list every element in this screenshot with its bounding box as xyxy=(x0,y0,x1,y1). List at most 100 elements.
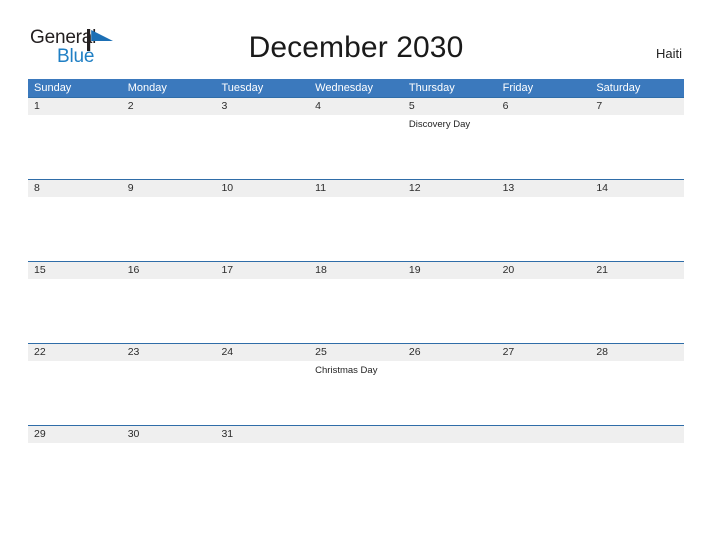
day-cell[interactable]: 11 xyxy=(309,180,403,261)
day-cell[interactable]: 17 xyxy=(215,262,309,343)
day-number: 17 xyxy=(221,264,234,276)
day-number: 23 xyxy=(127,346,140,358)
day-cell[interactable]: 2 xyxy=(122,98,216,179)
day-cell[interactable]: 18 xyxy=(309,262,403,343)
day-number: 2 xyxy=(127,100,134,112)
day-cell[interactable]: 19 xyxy=(403,262,497,343)
weekday-friday: Friday xyxy=(502,82,534,94)
day-number: 21 xyxy=(596,264,608,276)
day-cell[interactable]: 25 Christmas Day xyxy=(309,344,403,425)
weekday-tuesday: Tuesday xyxy=(221,82,264,94)
day-event xyxy=(128,197,216,200)
day-event xyxy=(221,197,309,200)
day-number xyxy=(315,426,403,443)
day-cell[interactable]: 8 xyxy=(28,180,122,261)
day-number: 28 xyxy=(596,346,608,358)
weekday-sunday: Sunday xyxy=(34,82,72,94)
day-number: 29 xyxy=(34,428,46,440)
day-cell[interactable]: 20 xyxy=(497,262,591,343)
day-event xyxy=(34,197,122,200)
day-number: 13 xyxy=(502,182,515,194)
day-cell[interactable]: 6 xyxy=(497,98,591,179)
day-cell[interactable]: 13 xyxy=(497,180,591,261)
day-event xyxy=(221,361,309,364)
week-row: 1 2 3 4 5 Discovery Day 6 7 xyxy=(28,97,684,179)
week-row: 8 9 10 11 12 13 14 xyxy=(28,179,684,261)
day-event: Christmas Day xyxy=(315,365,378,376)
day-number: 8 xyxy=(34,182,40,194)
week-row: 15 16 17 18 19 20 21 xyxy=(28,261,684,343)
calendar-grid: Sunday Monday Tuesday Wednesday Thursday… xyxy=(28,79,684,454)
day-number: 26 xyxy=(408,346,421,358)
day-event xyxy=(503,279,591,282)
day-event xyxy=(409,279,497,282)
day-cell[interactable]: 4 xyxy=(309,98,403,179)
day-cell[interactable]: 15 xyxy=(28,262,122,343)
day-event xyxy=(503,115,591,118)
day-event xyxy=(503,197,591,200)
day-number: 9 xyxy=(127,182,134,194)
day-cell-empty xyxy=(590,426,684,454)
day-event: Discovery Day xyxy=(408,119,471,130)
day-cell[interactable]: 28 xyxy=(590,344,684,425)
day-cell-empty xyxy=(403,426,497,454)
day-cell[interactable]: 22 xyxy=(28,344,122,425)
day-cell[interactable]: 31 xyxy=(215,426,309,454)
day-cell[interactable]: 26 xyxy=(403,344,497,425)
day-number: 25 xyxy=(315,346,327,358)
day-number: 27 xyxy=(502,346,515,358)
day-event xyxy=(596,197,684,200)
day-event xyxy=(34,115,122,118)
day-event xyxy=(409,361,497,364)
day-cell[interactable]: 29 xyxy=(28,426,122,454)
day-number: 12 xyxy=(408,182,421,194)
day-cell[interactable]: 3 xyxy=(215,98,309,179)
day-cell[interactable]: 14 xyxy=(590,180,684,261)
day-cell[interactable]: 9 xyxy=(122,180,216,261)
day-cell[interactable]: 23 xyxy=(122,344,216,425)
region-label: Haiti xyxy=(655,46,682,61)
day-event xyxy=(128,443,216,446)
day-number xyxy=(503,426,591,443)
weekday-thursday: Thursday xyxy=(408,82,455,94)
day-event xyxy=(128,279,216,282)
page-header: General Blue December 2030 Haiti xyxy=(0,0,712,78)
day-cell-empty xyxy=(309,426,403,454)
day-number xyxy=(596,426,684,443)
week-row: 22 23 24 25 Christmas Day 26 27 28 xyxy=(28,343,684,425)
day-event xyxy=(315,197,403,200)
day-number: 15 xyxy=(34,264,46,276)
day-cell[interactable]: 10 xyxy=(215,180,309,261)
calendar-page: General Blue December 2030 Haiti Sunday … xyxy=(0,0,712,550)
day-cell[interactable]: 16 xyxy=(122,262,216,343)
day-number: 1 xyxy=(34,100,40,112)
day-number: 22 xyxy=(34,346,46,358)
day-cell[interactable]: 27 xyxy=(497,344,591,425)
day-cell[interactable]: 21 xyxy=(590,262,684,343)
day-cell[interactable]: 30 xyxy=(122,426,216,454)
day-number: 18 xyxy=(315,264,327,276)
day-number: 24 xyxy=(221,346,234,358)
day-cell[interactable]: 5 Discovery Day xyxy=(403,98,497,179)
day-cell[interactable]: 1 xyxy=(28,98,122,179)
page-title: December 2030 xyxy=(248,31,464,64)
day-number: 10 xyxy=(221,182,234,194)
day-event xyxy=(128,115,216,118)
weekday-monday: Monday xyxy=(127,82,167,94)
day-number: 6 xyxy=(502,100,509,112)
day-cell[interactable]: 12 xyxy=(403,180,497,261)
day-number: 7 xyxy=(596,100,603,112)
day-event xyxy=(315,115,403,118)
day-event xyxy=(596,115,684,118)
day-event xyxy=(409,197,497,200)
day-cell[interactable]: 7 xyxy=(590,98,684,179)
day-cell[interactable]: 24 xyxy=(215,344,309,425)
day-number: 19 xyxy=(408,264,421,276)
day-number: 5 xyxy=(408,100,415,112)
day-number: 30 xyxy=(127,428,140,440)
weekday-header-row: Sunday Monday Tuesday Wednesday Thursday… xyxy=(28,79,684,97)
day-event xyxy=(596,279,684,282)
day-event xyxy=(34,443,122,446)
day-event xyxy=(221,443,309,446)
week-row: 29 30 31 xyxy=(28,425,684,454)
